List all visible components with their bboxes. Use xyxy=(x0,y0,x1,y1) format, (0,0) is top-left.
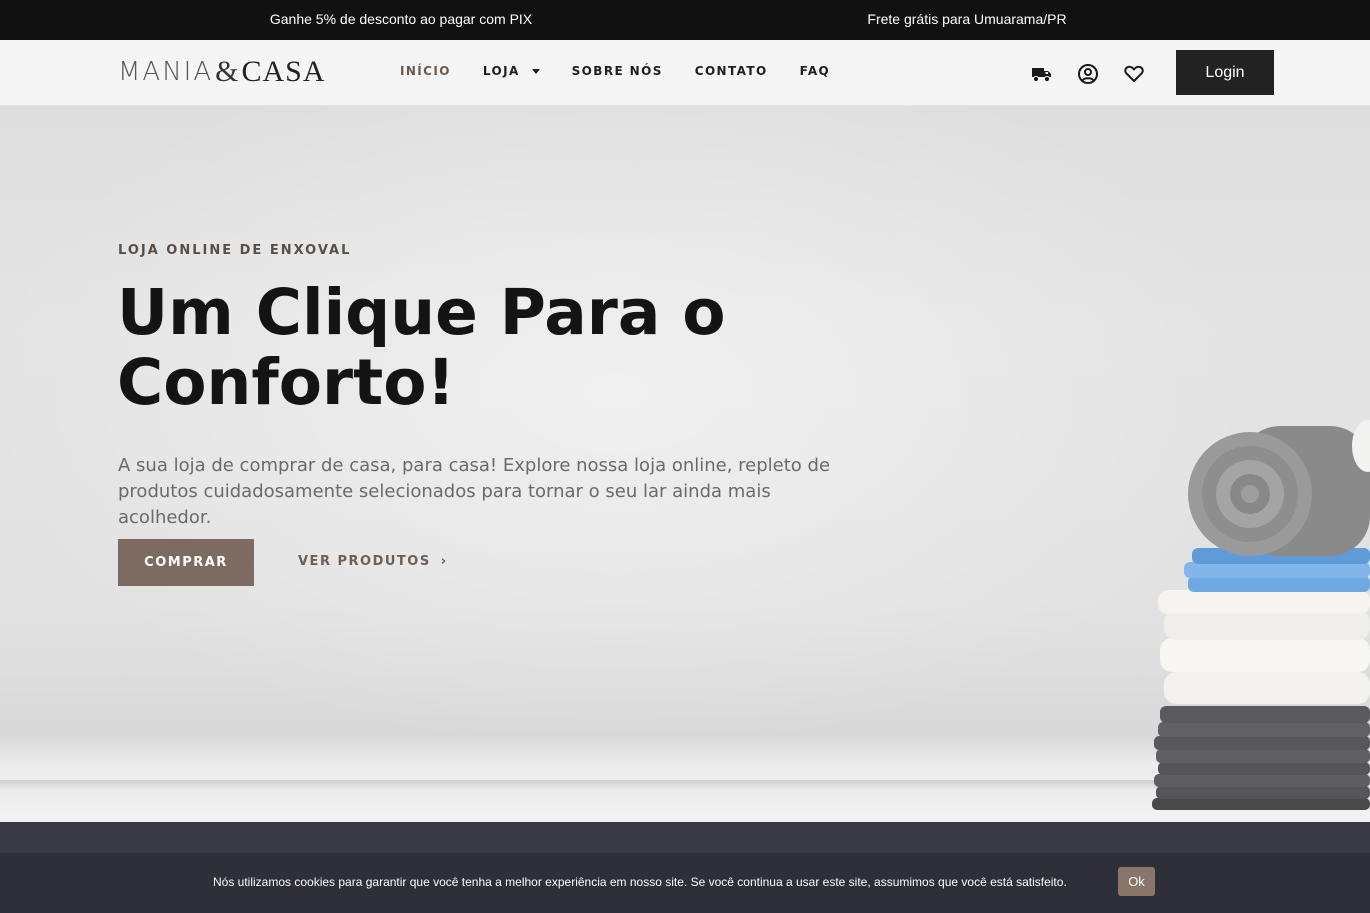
chevron-right-icon: › xyxy=(440,554,448,569)
main-nav: INÍCIO LOJA SOBRE NÓS CONTATO FAQ xyxy=(400,64,862,78)
nav-item-loja[interactable]: LOJA xyxy=(483,64,540,78)
nav-label: LOJA xyxy=(482,64,520,78)
delivery-truck-icon[interactable] xyxy=(1030,62,1054,86)
headline-line-2: Conforto! xyxy=(117,346,456,419)
hero-headline: Um Clique Para o Conforto! xyxy=(117,278,837,418)
nav-item-faq[interactable]: FAQ xyxy=(800,64,831,78)
hero-eyebrow: LOJA ONLINE DE ENXOVAL xyxy=(118,243,352,258)
ver-produtos-link[interactable]: VER PRODUTOS › xyxy=(298,554,448,569)
logo-mania-text: MANIA xyxy=(118,57,214,87)
logo-ampersand: & xyxy=(215,55,240,88)
heart-wishlist-icon[interactable] xyxy=(1122,62,1146,86)
cookie-notice-text: Nós utilizamos cookies para garantir que… xyxy=(213,875,1067,889)
nav-label: SOBRE NÓS xyxy=(571,64,663,78)
comprar-button[interactable]: COMPRAR xyxy=(118,539,254,586)
header-actions xyxy=(1030,62,1168,86)
hero-subtext: A sua loja de comprar de casa, para casa… xyxy=(118,455,831,528)
user-account-icon[interactable] xyxy=(1076,62,1100,86)
free-shipping-promo: Frete grátis para Umuarama/PR xyxy=(867,11,1067,27)
caret-down-icon xyxy=(531,68,540,74)
cookie-banner: Nós utilizamos cookies para garantir que… xyxy=(0,853,1370,913)
cookie-ok-button[interactable]: Ok xyxy=(1118,867,1155,896)
nav-item-inicio[interactable]: INÍCIO xyxy=(400,64,451,78)
ver-produtos-label: VER PRODUTOS xyxy=(298,554,431,569)
nav-label: INÍCIO xyxy=(400,64,451,78)
hero-banner: LOJA ONLINE DE ENXOVAL Um Clique Para o … xyxy=(0,106,1370,822)
folded-towels-image xyxy=(1152,420,1370,810)
nav-label: FAQ xyxy=(799,64,831,78)
headline-line-1: Um Clique Para o xyxy=(117,276,726,349)
nav-label: CONTATO xyxy=(694,64,768,78)
nav-item-sobre-nos[interactable]: SOBRE NÓS xyxy=(572,64,663,78)
site-header: MANIA & CASA INÍCIO LOJA SOBRE NÓS CONTA… xyxy=(0,40,1370,106)
brand-logo[interactable]: MANIA & CASA xyxy=(118,54,326,90)
promo-topbar: Ganhe 5% de desconto ao pagar com PIX Fr… xyxy=(0,0,1370,40)
login-button[interactable]: Login xyxy=(1176,50,1274,95)
nav-item-contato[interactable]: CONTATO xyxy=(695,64,768,78)
logo-casa-text: CASA xyxy=(241,55,326,88)
